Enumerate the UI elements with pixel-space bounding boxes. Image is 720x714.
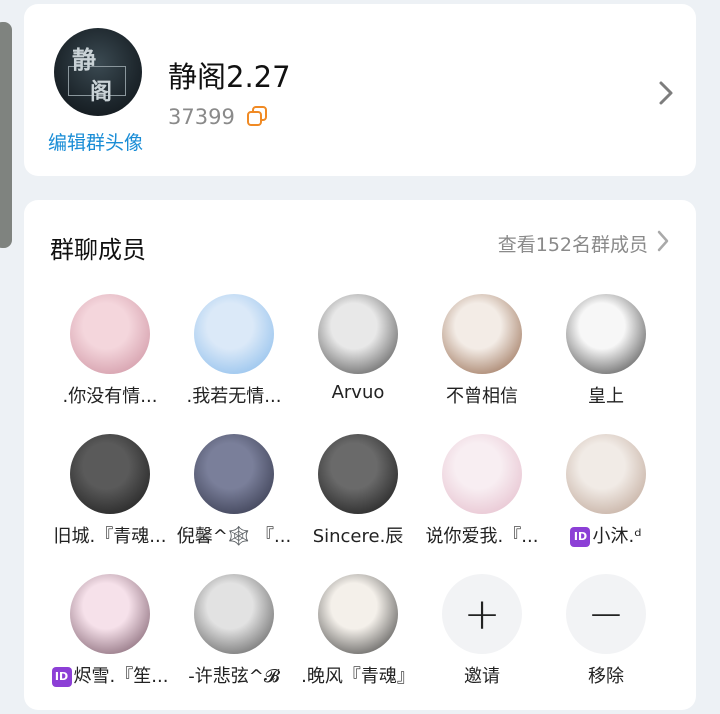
id-badge-icon: ID	[51, 667, 72, 687]
members-section-title: 群聊成员	[50, 236, 146, 264]
group-name: 静阁2.27	[168, 60, 291, 94]
member-avatar	[194, 434, 274, 514]
member-name-text: 小沐.ᵈ	[592, 526, 642, 547]
minus-icon: −	[566, 574, 646, 654]
member-avatar	[566, 434, 646, 514]
member-item[interactable]: Sincere.辰	[296, 434, 420, 554]
member-name: 旧城.『青魂...	[48, 522, 172, 548]
avatar-glyph: 静	[72, 45, 96, 74]
member-item[interactable]: .晚风『青魂』	[296, 574, 420, 694]
member-name-text: 烬雪.『笙...	[73, 666, 169, 687]
member-name-text: Arvuo	[331, 382, 385, 403]
member-name: Arvuo	[296, 382, 420, 403]
member-name-text: 说你爱我.『...	[425, 526, 539, 547]
member-avatar	[442, 434, 522, 514]
group-info-card[interactable]: 静 阁 编辑群头像 静阁2.27 37399	[24, 4, 696, 176]
member-name: -许悲弦^𝓑	[172, 662, 296, 688]
member-name-text: 倪馨^🕸️ 『...	[176, 526, 292, 547]
group-members-card: 群聊成员 查看152名群成员 .你没有情... .我若无情... Arvuo 不曾相信…	[24, 200, 696, 710]
member-avatar	[318, 574, 398, 654]
member-name-text: .我若无情...	[186, 386, 282, 407]
invite-member-button[interactable]: + 邀请	[420, 574, 544, 694]
member-avatar	[318, 434, 398, 514]
member-name-text: 皇上	[588, 386, 624, 407]
member-name-text: .你没有情...	[62, 386, 158, 407]
group-avatar[interactable]: 静 阁	[54, 28, 142, 116]
member-name: ID 小沐.ᵈ	[544, 522, 668, 548]
member-name-text: Sincere.辰	[312, 526, 404, 547]
member-avatar	[442, 294, 522, 374]
invite-label: 邀请	[464, 666, 500, 687]
member-name-text: -许悲弦^𝓑	[188, 666, 280, 687]
member-item[interactable]: Arvuo	[296, 294, 420, 414]
member-item[interactable]: ID 小沐.ᵈ	[544, 434, 668, 554]
member-item[interactable]: .我若无情...	[172, 294, 296, 414]
member-name: .你没有情...	[48, 382, 172, 408]
member-avatar	[70, 294, 150, 374]
view-all-members-link[interactable]: 查看152名群成员	[498, 230, 648, 257]
member-item[interactable]: 皇上	[544, 294, 668, 414]
copy-icon[interactable]	[246, 105, 268, 127]
member-avatar	[70, 574, 150, 654]
member-name-text: 旧城.『青魂...	[53, 526, 167, 547]
member-item[interactable]: 不曾相信	[420, 294, 544, 414]
member-item[interactable]: 倪馨^🕸️ 『...	[172, 434, 296, 554]
member-item[interactable]: .你没有情...	[48, 294, 172, 414]
edit-group-avatar-link[interactable]: 编辑群头像	[48, 128, 143, 155]
member-avatar	[194, 294, 274, 374]
member-avatar	[566, 294, 646, 374]
member-avatar	[194, 574, 274, 654]
remove-member-button[interactable]: − 移除	[544, 574, 668, 694]
member-name-text: .晚风『青魂』	[301, 666, 415, 687]
group-id: 37399	[168, 105, 235, 129]
member-name: .我若无情...	[172, 382, 296, 408]
member-name: .晚风『青魂』	[296, 662, 420, 688]
remove-label: 移除	[588, 666, 624, 687]
member-name: 倪馨^🕸️ 『...	[172, 522, 296, 548]
member-item[interactable]: 旧城.『青魂...	[48, 434, 172, 554]
member-name: 不曾相信	[420, 382, 544, 408]
member-item[interactable]: 说你爱我.『...	[420, 434, 544, 554]
member-name: ID 烬雪.『笙...	[48, 662, 172, 688]
member-name: 说你爱我.『...	[420, 522, 544, 548]
side-scroll-tab[interactable]	[0, 22, 12, 248]
avatar-glyph: 阁	[90, 79, 113, 105]
chevron-right-icon[interactable]	[658, 80, 674, 106]
plus-icon: +	[442, 574, 522, 654]
member-avatar	[70, 434, 150, 514]
member-name: Sincere.辰	[296, 522, 420, 548]
member-item[interactable]: ID 烬雪.『笙...	[48, 574, 172, 694]
member-avatar	[318, 294, 398, 374]
member-name: 皇上	[544, 382, 668, 408]
member-name-text: 不曾相信	[446, 386, 518, 407]
chevron-right-icon[interactable]	[656, 229, 670, 253]
member-item[interactable]: -许悲弦^𝓑	[172, 574, 296, 694]
id-badge-icon: ID	[570, 527, 591, 547]
